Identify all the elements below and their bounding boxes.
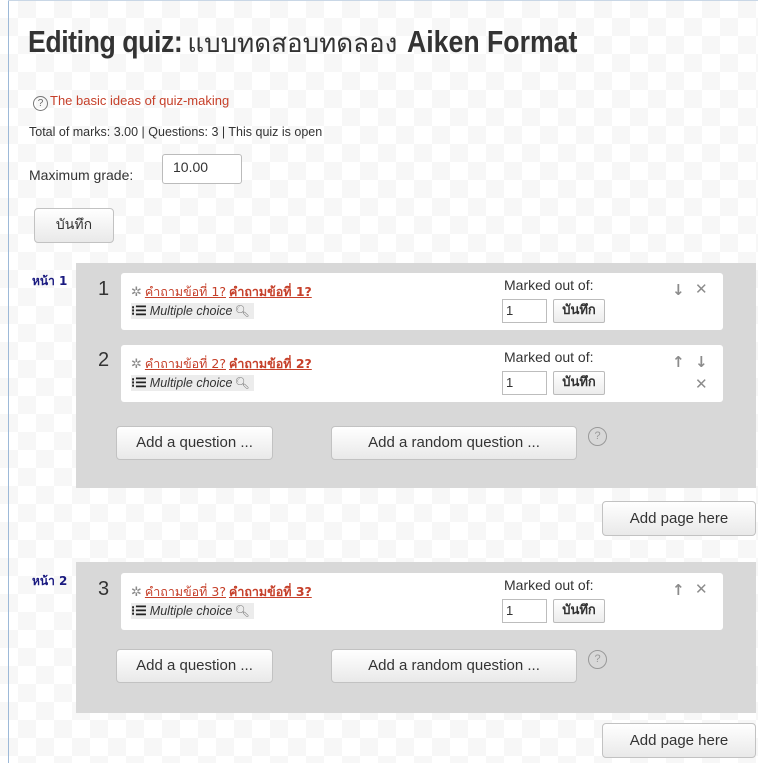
question-type-label: Multiple choice — [149, 376, 233, 390]
question-type-label: Multiple choice — [149, 604, 233, 618]
mark-save-button[interactable]: บันทึก — [553, 371, 605, 395]
multichoice-list-icon: ⁝☰ — [131, 375, 147, 390]
down-arrow-icon[interactable]: ↓ — [695, 353, 708, 371]
question-type: ⁝☰ Multiple choice 🔍︎ — [131, 303, 254, 319]
mark-input[interactable]: 1 — [502, 299, 547, 323]
page-1-section: 1 ✲ คำถามข้อที่ 1? คำถามข้อที่ 1? ⁝☰ Multip… — [76, 263, 756, 488]
save-max-grade-button[interactable]: บันทึก — [34, 208, 114, 243]
question-name-link[interactable]: คำถามข้อที่ 2? — [145, 356, 226, 371]
question-type: ⁝☰ Multiple choice 🔍︎ — [131, 603, 254, 619]
question-number: 1 — [98, 278, 110, 300]
question-name-link[interactable]: คำถามข้อที่ 3? — [145, 584, 226, 599]
question-name[interactable]: ✲ คำถามข้อที่ 2? คำถามข้อที่ 2? — [131, 354, 312, 374]
question-name[interactable]: ✲ คำถามข้อที่ 3? คำถามข้อที่ 3? — [131, 582, 312, 602]
quiz-making-help-link[interactable]: ? The basic ideas of quiz-making — [33, 93, 229, 111]
marked-out-of-label: Marked out of: — [504, 577, 594, 593]
question-name-link[interactable]: คำถามข้อที่ 1? — [145, 284, 226, 299]
question-circle-icon: ? — [33, 96, 48, 111]
quiz-summary: Total of marks: 3.00 | Questions: 3 | Th… — [29, 125, 323, 139]
maximum-grade-label: Maximum grade: — [29, 167, 134, 183]
magnifier-icon[interactable]: 🔍︎ — [234, 604, 249, 618]
add-question-button[interactable]: Add a question ... — [116, 649, 273, 683]
title-suffix: Aiken Format — [407, 24, 578, 59]
question-slot-2: ✲ คำถามข้อที่ 2? คำถามข้อที่ 2? ⁝☰ Multiple… — [121, 345, 723, 402]
quiz-name: แบบทดสอบทดลอง — [187, 29, 398, 59]
gear-icon[interactable]: ✲ — [131, 585, 142, 600]
question-circle-icon[interactable]: ? — [588, 650, 607, 669]
frame-border — [8, 0, 9, 763]
up-arrow-icon[interactable]: ↑ — [672, 581, 685, 599]
gear-icon[interactable]: ✲ — [131, 357, 142, 372]
mark-save-button[interactable]: บันทึก — [553, 599, 605, 623]
question-slot-1: ✲ คำถามข้อที่ 1? คำถามข้อที่ 1? ⁝☰ Multiple… — [121, 273, 723, 330]
multichoice-list-icon: ⁝☰ — [131, 303, 147, 318]
add-question-button[interactable]: Add a question ... — [116, 426, 273, 460]
marked-out-of-label: Marked out of: — [504, 349, 594, 365]
mark-input[interactable]: 1 — [502, 371, 547, 395]
gear-icon[interactable]: ✲ — [131, 285, 142, 300]
marked-out-of-label: Marked out of: — [504, 277, 594, 293]
question-slot-3: ✲ คำถามข้อที่ 3? คำถามข้อที่ 3? ⁝☰ Multiple… — [121, 573, 723, 630]
delete-x-icon[interactable]: ✕ — [695, 280, 708, 298]
add-random-question-button[interactable]: Add a random question ... — [331, 649, 577, 683]
question-type: ⁝☰ Multiple choice 🔍︎ — [131, 375, 254, 391]
frame-top-border — [8, 0, 758, 1]
mark-save-button[interactable]: บันทึก — [553, 299, 605, 323]
help-link-text: The basic ideas of quiz-making — [50, 93, 230, 108]
question-text-link[interactable]: คำถามข้อที่ 3? — [229, 584, 312, 599]
delete-x-icon[interactable]: ✕ — [695, 580, 708, 598]
page-label-2: หน้า 2 — [32, 574, 68, 588]
down-arrow-icon[interactable]: ↓ — [672, 281, 685, 299]
page-title: Editing quiz: แบบทดสอบทดลอง Aiken Format — [28, 22, 605, 64]
maximum-grade-input[interactable]: 10.00 — [162, 154, 242, 184]
question-number: 2 — [98, 349, 110, 371]
delete-x-icon[interactable]: ✕ — [695, 375, 708, 393]
page-label-1: หน้า 1 — [32, 274, 68, 288]
question-number: 3 — [98, 578, 110, 600]
up-arrow-icon[interactable]: ↑ — [672, 353, 685, 371]
add-random-question-button[interactable]: Add a random question ... — [331, 426, 577, 460]
title-prefix: Editing quiz: — [28, 24, 183, 59]
question-text-link[interactable]: คำถามข้อที่ 2? — [229, 356, 312, 371]
question-type-label: Multiple choice — [149, 304, 233, 318]
multichoice-list-icon: ⁝☰ — [131, 603, 147, 618]
question-circle-icon[interactable]: ? — [588, 427, 607, 446]
magnifier-icon[interactable]: 🔍︎ — [234, 304, 249, 318]
page-2-section: 3 ✲ คำถามข้อที่ 3? คำถามข้อที่ 3? ⁝☰ Multip… — [76, 562, 756, 713]
magnifier-icon[interactable]: 🔍︎ — [234, 376, 249, 390]
add-page-button[interactable]: Add page here — [602, 501, 756, 536]
question-text-link[interactable]: คำถามข้อที่ 1? — [229, 284, 312, 299]
mark-input[interactable]: 1 — [502, 599, 547, 623]
question-name[interactable]: ✲ คำถามข้อที่ 1? คำถามข้อที่ 1? — [131, 282, 312, 302]
add-page-button[interactable]: Add page here — [602, 723, 756, 758]
